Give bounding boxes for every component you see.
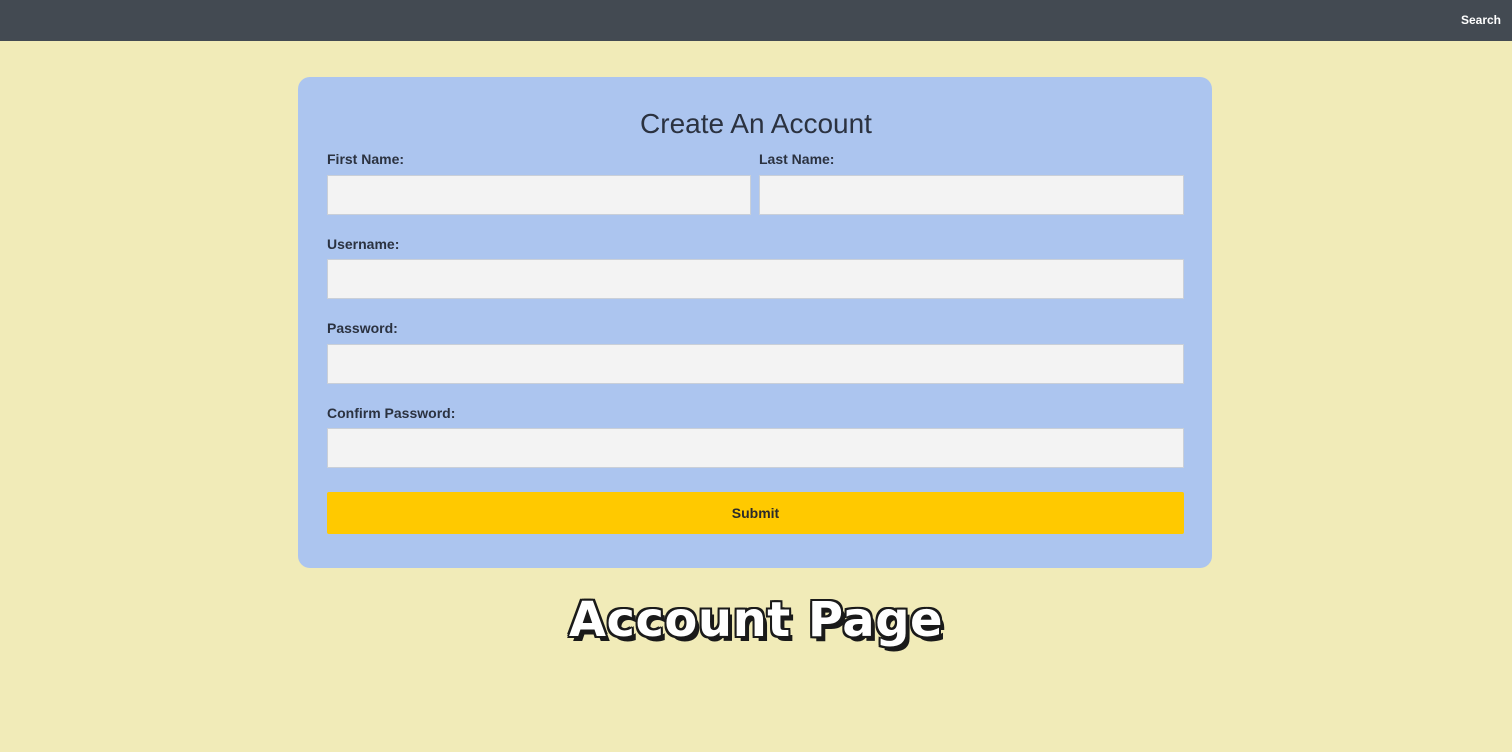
confirm-password-label: Confirm Password: <box>327 405 456 421</box>
last-name-input[interactable] <box>759 175 1184 215</box>
account-page-caption: Account Page <box>568 592 944 648</box>
confirm-password-input[interactable] <box>327 428 1184 468</box>
last-name-label: Last Name: <box>759 151 835 167</box>
submit-button[interactable]: Submit <box>327 492 1184 534</box>
username-label: Username: <box>327 236 400 252</box>
username-input[interactable] <box>327 259 1184 299</box>
password-label: Password: <box>327 320 398 336</box>
form-title: Create An Account <box>640 108 872 139</box>
first-name-input[interactable] <box>327 175 751 215</box>
password-input[interactable] <box>327 344 1184 384</box>
first-name-label: First Name: <box>327 151 405 167</box>
search-link[interactable]: Search <box>1461 13 1501 27</box>
top-nav-bar: Search <box>0 0 1512 41</box>
